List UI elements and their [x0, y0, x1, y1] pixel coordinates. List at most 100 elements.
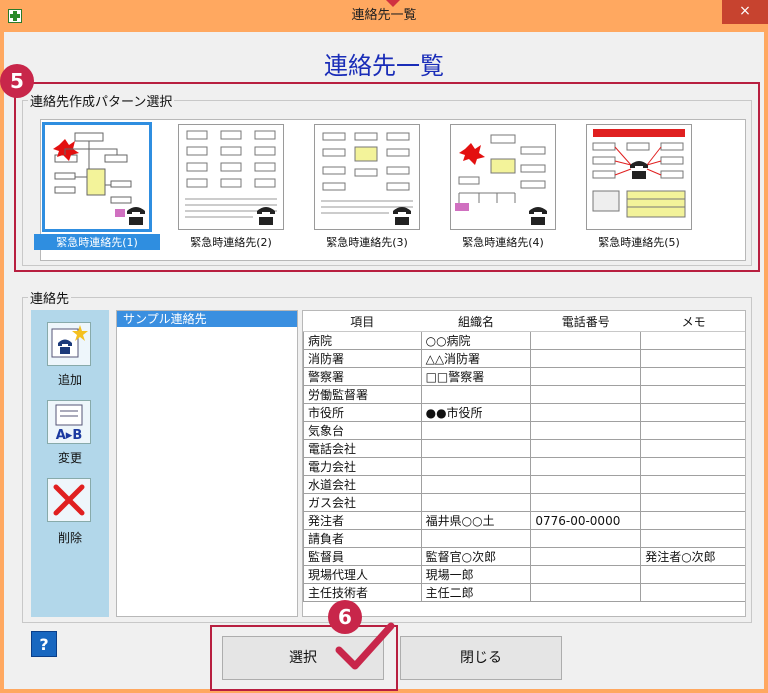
cell-phone[interactable]	[530, 385, 642, 404]
close-button[interactable]: 閉じる	[400, 636, 562, 680]
cell-item[interactable]: 発注者	[303, 511, 422, 530]
cell-phone[interactable]	[530, 475, 642, 494]
cell-phone[interactable]	[530, 457, 642, 476]
add-label: 追加	[57, 373, 82, 387]
table-row[interactable]: 労働監督署	[303, 385, 745, 404]
cell-phone[interactable]	[530, 583, 642, 602]
cell-organization[interactable]	[420, 529, 532, 548]
window-title: 連絡先一覧	[351, 8, 417, 23]
cell-organization[interactable]: ○○病院	[420, 331, 532, 350]
cell-item[interactable]: 気象台	[303, 421, 422, 440]
cell-item[interactable]: 監督員	[303, 547, 422, 566]
step5-highlight-frame	[14, 82, 760, 272]
cell-item[interactable]: 市役所	[303, 403, 422, 422]
cell-phone[interactable]	[530, 367, 642, 386]
cell-item[interactable]: 現場代理人	[303, 565, 422, 584]
cell-phone[interactable]	[530, 331, 642, 350]
table-row[interactable]: ガス会社	[303, 493, 745, 512]
cell-item[interactable]: 水道会社	[303, 475, 422, 494]
cell-phone[interactable]	[530, 403, 642, 422]
cell-phone[interactable]: 0776-00-0000	[530, 511, 642, 530]
edit-contact-button[interactable]: A▸B	[47, 400, 91, 444]
cell-organization[interactable]: 主任二郎	[420, 583, 532, 602]
cell-organization[interactable]	[420, 457, 532, 476]
help-button[interactable]: ?	[31, 631, 57, 657]
cell-organization[interactable]: △△消防署	[420, 349, 532, 368]
add-contact-button[interactable]	[47, 322, 91, 366]
table-row[interactable]: 監督員 監督官○次郎 発注者○次郎	[303, 547, 745, 566]
cell-item[interactable]: 電力会社	[303, 457, 422, 476]
table-header-row: 項目 組織名 電話番号 メモ	[303, 311, 745, 332]
table-row[interactable]: 現場代理人 現場一郎	[303, 565, 745, 584]
cell-memo[interactable]	[640, 367, 745, 386]
table-row[interactable]: 請負者	[303, 529, 745, 548]
table-row[interactable]: 主任技術者 主任二郎	[303, 583, 745, 602]
cell-organization[interactable]: 福井県○○土	[420, 511, 532, 530]
cell-memo[interactable]	[640, 529, 745, 548]
table-row[interactable]: 電力会社	[303, 457, 745, 476]
cell-memo[interactable]	[640, 475, 745, 494]
cell-memo[interactable]: 発注者○次郎	[640, 547, 745, 566]
cell-phone[interactable]	[530, 349, 642, 368]
table-row[interactable]: 水道会社	[303, 475, 745, 494]
cell-phone[interactable]	[530, 421, 642, 440]
table-row[interactable]: 消防署 △△消防署	[303, 349, 745, 368]
cell-item[interactable]: 電話会社	[303, 439, 422, 458]
contact-list-item-selected[interactable]: サンプル連絡先	[117, 311, 297, 327]
cell-item[interactable]: 主任技術者	[303, 583, 422, 602]
svg-text:A▸B: A▸B	[56, 428, 83, 443]
cell-memo[interactable]	[640, 565, 745, 584]
cell-item[interactable]: 請負者	[303, 529, 422, 548]
cell-memo[interactable]	[640, 403, 745, 422]
cell-phone[interactable]	[530, 529, 642, 548]
checkmark-icon	[335, 622, 395, 670]
contact-list[interactable]	[116, 310, 298, 617]
cell-item[interactable]: 病院	[303, 331, 422, 350]
cell-memo[interactable]	[640, 385, 745, 404]
edit-label: 変更	[57, 451, 82, 465]
table-row[interactable]: 発注者 福井県○○土 0776-00-0000	[303, 511, 745, 530]
cell-memo[interactable]	[640, 457, 745, 476]
contacts-group-label: 連絡先	[28, 288, 72, 307]
cell-memo[interactable]	[640, 331, 745, 350]
cell-phone[interactable]	[530, 439, 642, 458]
cell-organization[interactable]: ●●市役所	[420, 403, 532, 422]
add-phone-icon	[51, 325, 88, 358]
cell-organization[interactable]	[420, 421, 532, 440]
cell-phone[interactable]	[530, 565, 642, 584]
cell-organization[interactable]: □□警察署	[420, 367, 532, 386]
table-row[interactable]: 電話会社	[303, 439, 745, 458]
cell-memo[interactable]	[640, 511, 745, 530]
cell-organization[interactable]: 監督官○次郎	[420, 547, 532, 566]
cell-memo[interactable]	[640, 439, 745, 458]
edit-rename-icon: A▸B	[55, 404, 83, 443]
cell-organization[interactable]: 現場一郎	[420, 565, 532, 584]
cell-memo[interactable]	[640, 493, 745, 512]
column-header-phone[interactable]: 電話番号	[530, 311, 641, 332]
delete-label: 削除	[57, 531, 82, 545]
cell-phone[interactable]	[530, 493, 642, 512]
cell-organization[interactable]	[420, 475, 532, 494]
table-row[interactable]: 病院 ○○病院	[303, 331, 745, 350]
cell-organization[interactable]	[420, 439, 532, 458]
cell-item[interactable]: 警察署	[303, 367, 422, 386]
cell-item[interactable]: 労働監督署	[303, 385, 422, 404]
cell-organization[interactable]	[420, 493, 532, 512]
delete-contact-button[interactable]	[47, 478, 91, 522]
column-header-memo[interactable]: メモ	[640, 311, 745, 332]
cell-phone[interactable]	[530, 547, 642, 566]
table-row[interactable]: 気象台	[303, 421, 745, 440]
close-window-button[interactable]: ×	[722, 0, 768, 24]
table-row[interactable]: 市役所 ●●市役所	[303, 403, 745, 422]
table-row[interactable]: 警察署 □□警察署	[303, 367, 745, 386]
cell-memo[interactable]	[640, 583, 745, 602]
cell-organization[interactable]	[420, 385, 532, 404]
cell-memo[interactable]	[640, 349, 745, 368]
cell-memo[interactable]	[640, 421, 745, 440]
column-header-item[interactable]: 項目	[303, 311, 422, 332]
step5-callout-badge: 5	[0, 64, 34, 98]
cell-item[interactable]: 消防署	[303, 349, 422, 368]
cell-item[interactable]: ガス会社	[303, 493, 422, 512]
column-header-organization[interactable]: 組織名	[421, 311, 531, 332]
contact-table-panel: 項目 組織名 電話番号 メモ 病院 ○○病院 消防署 △△消防署 警察署 □□警察署 労働監…	[302, 310, 746, 617]
